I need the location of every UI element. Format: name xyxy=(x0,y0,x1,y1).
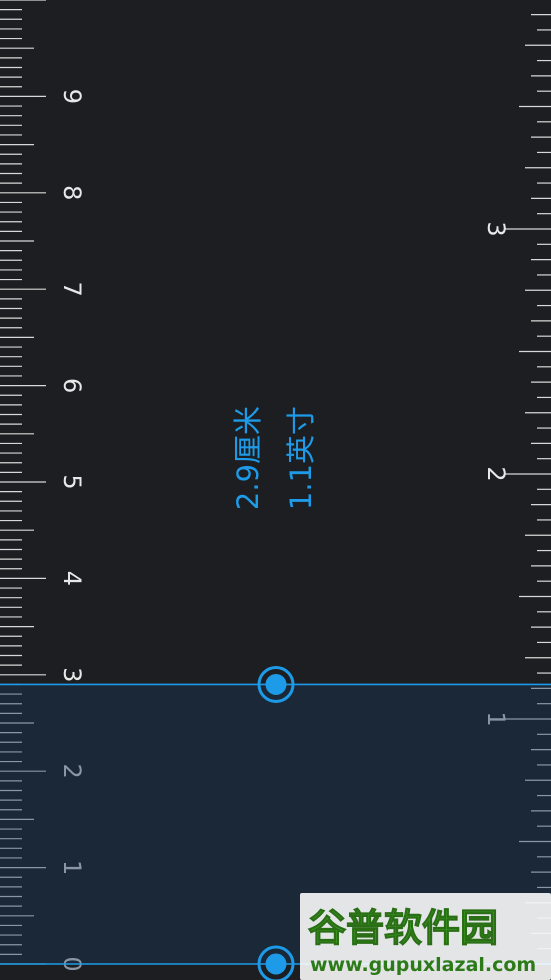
cm-tick-label: 2 xyxy=(58,764,86,779)
drag-handle-icon-top-dot[interactable] xyxy=(265,673,287,695)
cm-tick-label: 1 xyxy=(58,860,86,875)
cm-tick-label: 3 xyxy=(58,667,86,682)
watermark-brand: 谷普软件园 xyxy=(308,906,498,950)
watermark-logo: 谷普软件园 www.gupuxlazal.com xyxy=(308,906,537,977)
cm-tick-label: 8 xyxy=(58,185,86,200)
ruler-svg[interactable]: 01234567891232.9厘米 1.1英寸 xyxy=(0,0,551,980)
measurement-inch-label: 1.1英寸 xyxy=(284,406,318,510)
ruler-canvas[interactable]: 0 1 2 3 4 5 6 7 8 9 1 2 3 2.9厘米 1.1英寸 谷普软件园 www.gupuxl… xyxy=(0,0,551,980)
inch-tick-label: 2 xyxy=(482,466,510,481)
watermark-panel: 谷普软件园 www.gupuxlazal.com xyxy=(300,893,551,980)
cm-tick-label: 9 xyxy=(58,89,86,104)
watermark-url: www.gupuxlazal.com xyxy=(310,954,536,976)
drag-handle-icon-bottom-dot[interactable] xyxy=(265,953,287,975)
inch-tick-label: 1 xyxy=(482,711,510,726)
cm-tick-label: 6 xyxy=(58,378,86,393)
cm-tick-label: 5 xyxy=(58,474,86,489)
inch-tick-label: 3 xyxy=(482,221,510,236)
measurement-cm-label: 2.9厘米 xyxy=(231,406,265,510)
cm-tick-label: 7 xyxy=(58,282,86,297)
cm-tick-label: 4 xyxy=(58,571,86,586)
